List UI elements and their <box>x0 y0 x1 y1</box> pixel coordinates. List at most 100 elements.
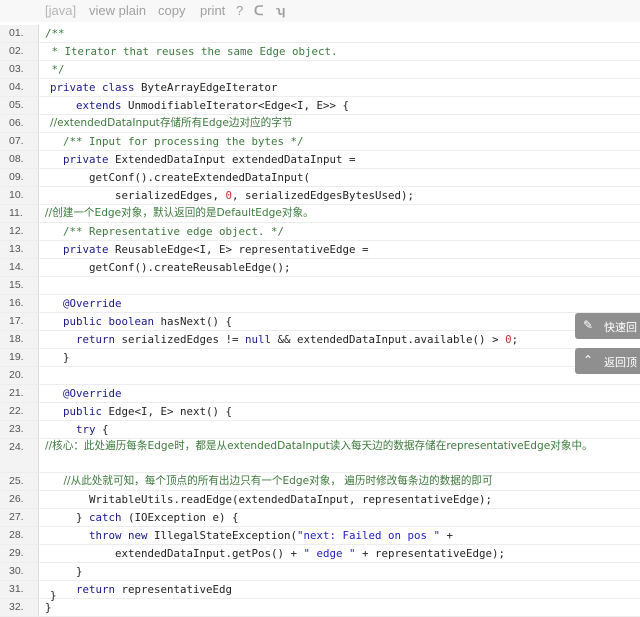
line-gutter: 32. <box>0 599 39 616</box>
line-gutter: 30. <box>0 563 39 580</box>
line-gutter: 02. <box>0 43 39 60</box>
line-gutter: 07. <box>0 133 39 150</box>
code-token: representativeEdg <box>121 583 233 596</box>
code-text: public Edge<I, E> next() { <box>50 405 232 418</box>
code-text: } <box>50 351 70 364</box>
code-token: private <box>50 153 116 166</box>
code-line: 28. throw new IllegalStateException("nex… <box>0 527 640 545</box>
code-token: } <box>50 511 90 524</box>
code-text: @Override <box>50 387 122 400</box>
line-gutter: 10. <box>0 187 39 204</box>
line-gutter: 14. <box>0 259 39 276</box>
print-link[interactable]: print <box>200 3 225 18</box>
line-gutter: 17. <box>0 313 39 330</box>
code-text: /** <box>45 27 65 40</box>
line-number: 16. <box>9 297 24 309</box>
line-gutter: 05. <box>0 97 39 114</box>
code-token: serializedEdges != <box>121 333 246 346</box>
code-text: //核心：此处遍历每条Edge时，都是从extendedDataInput读入每… <box>45 438 640 455</box>
code-text: serializedEdges, 0, serializedEdgesBytes… <box>50 189 414 202</box>
code-token: getConf().createReusableEdge(); <box>50 261 291 274</box>
line-number: 31. <box>9 583 24 595</box>
line-number: 25. <box>9 475 24 487</box>
code-token: , serializedEdgesBytesUsed); <box>232 189 415 202</box>
code-text: private ExtendedDataInput extendedDataIn… <box>50 153 356 166</box>
code-text: extends UnmodifiableIterator<Edge<I, E>>… <box>50 99 349 112</box>
code-token: extends <box>50 99 129 112</box>
code-line: 29. extendedDataInput.getPos() + " edge … <box>0 545 640 563</box>
line-gutter: 09. <box>0 169 39 186</box>
code-line: 17. public boolean hasNext() { <box>0 313 640 331</box>
line-number: 05. <box>9 99 24 111</box>
line-number: 15. <box>9 279 24 291</box>
line-number: 04. <box>9 81 24 93</box>
line-number: 29. <box>9 547 24 559</box>
code-token: throw new <box>50 529 155 542</box>
code-token: //extendedDataInput存储所有Edge边对应的字节 <box>50 117 293 129</box>
code-text: } <box>50 565 83 578</box>
code-token: return <box>50 583 122 596</box>
line-gutter: 28. <box>0 527 39 544</box>
code-line: 03. */ <box>0 61 640 79</box>
code-token: ; <box>511 333 519 346</box>
code-text: private ReusableEdge<I, E> representativ… <box>50 243 369 256</box>
code-token: UnmodifiableIterator<Edge<I, E>> { <box>128 99 350 112</box>
copy-link[interactable]: copy <box>158 3 185 18</box>
line-gutter: 04. <box>0 79 39 96</box>
code-line: 25. //从此处就可知，每个顶点的所有出边只有一个Edge对象， 遍历时修改每… <box>0 473 640 491</box>
code-text: public boolean hasNext() { <box>50 315 232 328</box>
line-gutter: 18. <box>0 331 39 348</box>
quick-reply-button[interactable]: ✎ 快速回 <box>575 313 640 339</box>
code-token: ReusableEdge<I, E> representativeEdge = <box>115 243 369 256</box>
code-text: WritableUtils.readEdge(extendedDataInput… <box>50 493 492 506</box>
code-text: //extendedDataInput存储所有Edge边对应的字节 <box>50 117 292 130</box>
code-line: 06. //extendedDataInput存储所有Edge边对应的字节 <box>0 115 640 133</box>
line-gutter: 19. <box>0 349 39 366</box>
line-gutter: 29. <box>0 545 39 562</box>
line-number: 32. <box>9 601 24 613</box>
code-token: //核心：此处遍历每条Edge时，都是从extendedDataInput读入每… <box>45 440 593 452</box>
code-token: + representativeEdge); <box>355 547 506 560</box>
code-text: getConf().createReusableEdge(); <box>50 261 291 274</box>
code-token: */ <box>45 63 65 76</box>
back-to-top-button[interactable]: ⌃ 返回顶 <box>575 348 640 374</box>
code-token: ExtendedDataInput extendedDataInput = <box>115 153 356 166</box>
code-token: } <box>50 565 83 578</box>
line-number: 20. <box>9 369 24 381</box>
code-token: //从此处就可知，每个顶点的所有出边只有一个Edge对象， 遍历时修改每条边的数… <box>50 475 493 487</box>
code-text: throw new IllegalStateException("next: F… <box>50 529 453 542</box>
view-plain-link[interactable]: view plain <box>89 3 146 18</box>
code-line: 22. public Edge<I, E> next() { <box>0 403 640 421</box>
code-token: Edge<I, E> next() { <box>108 405 233 418</box>
back-to-top-label: 返回顶 <box>604 356 637 369</box>
line-gutter: 15. <box>0 277 39 294</box>
fork-icon[interactable]: ʮ <box>276 3 285 18</box>
code-line: 11. //创建一个Edge对象，默认返回的是DefaultEdge对象。 <box>0 205 640 223</box>
language-label: [java] <box>45 3 77 18</box>
code-token: @Override <box>50 297 122 310</box>
code-token: private class <box>50 81 142 94</box>
quick-reply-label: 快速回 <box>604 321 637 334</box>
line-number: 01. <box>9 27 24 39</box>
code-text: return representativeEdg <box>50 583 232 596</box>
line-number: 08. <box>9 153 24 165</box>
code-token: && extendedDataInput.available() > <box>271 333 506 346</box>
code-text: try { <box>50 423 109 436</box>
line-number: 18. <box>9 333 24 345</box>
code-token: catch <box>89 511 129 524</box>
code-text: private class ByteArrayEdgeIterator <box>50 81 278 94</box>
code-token: extendedDataInput.getPos() + <box>50 547 304 560</box>
code-token: " edge " <box>303 547 356 560</box>
line-number: 07. <box>9 135 24 147</box>
line-number: 12. <box>9 225 24 237</box>
code-line: 23. try { <box>0 421 640 439</box>
code-line: 08. private ExtendedDataInput extendedDa… <box>0 151 640 169</box>
code-line: 14. getConf().createReusableEdge(); <box>0 259 640 277</box>
source-icon[interactable]: ᑕ <box>254 3 264 19</box>
line-number: 27. <box>9 511 24 523</box>
code-line: 07. /** Input for processing the bytes *… <box>0 133 640 151</box>
code-text: /** Input for processing the bytes */ <box>50 135 304 148</box>
line-number: 02. <box>9 45 24 57</box>
code-line: 27. } catch (IOException e) { <box>0 509 640 527</box>
help-link[interactable]: ? <box>236 3 243 18</box>
